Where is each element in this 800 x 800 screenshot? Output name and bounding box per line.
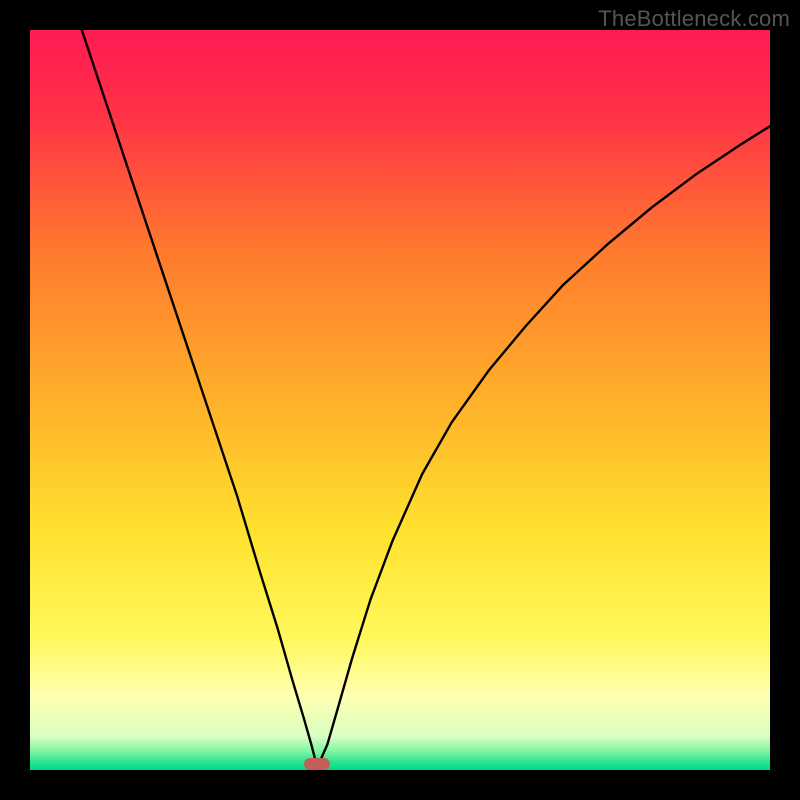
watermark-text: TheBottleneck.com xyxy=(598,6,790,32)
chart-frame: TheBottleneck.com xyxy=(0,0,800,800)
plot-area xyxy=(30,30,770,770)
gradient-bg xyxy=(30,30,770,770)
plot-svg xyxy=(30,30,770,770)
optimal-point-marker xyxy=(304,758,330,770)
